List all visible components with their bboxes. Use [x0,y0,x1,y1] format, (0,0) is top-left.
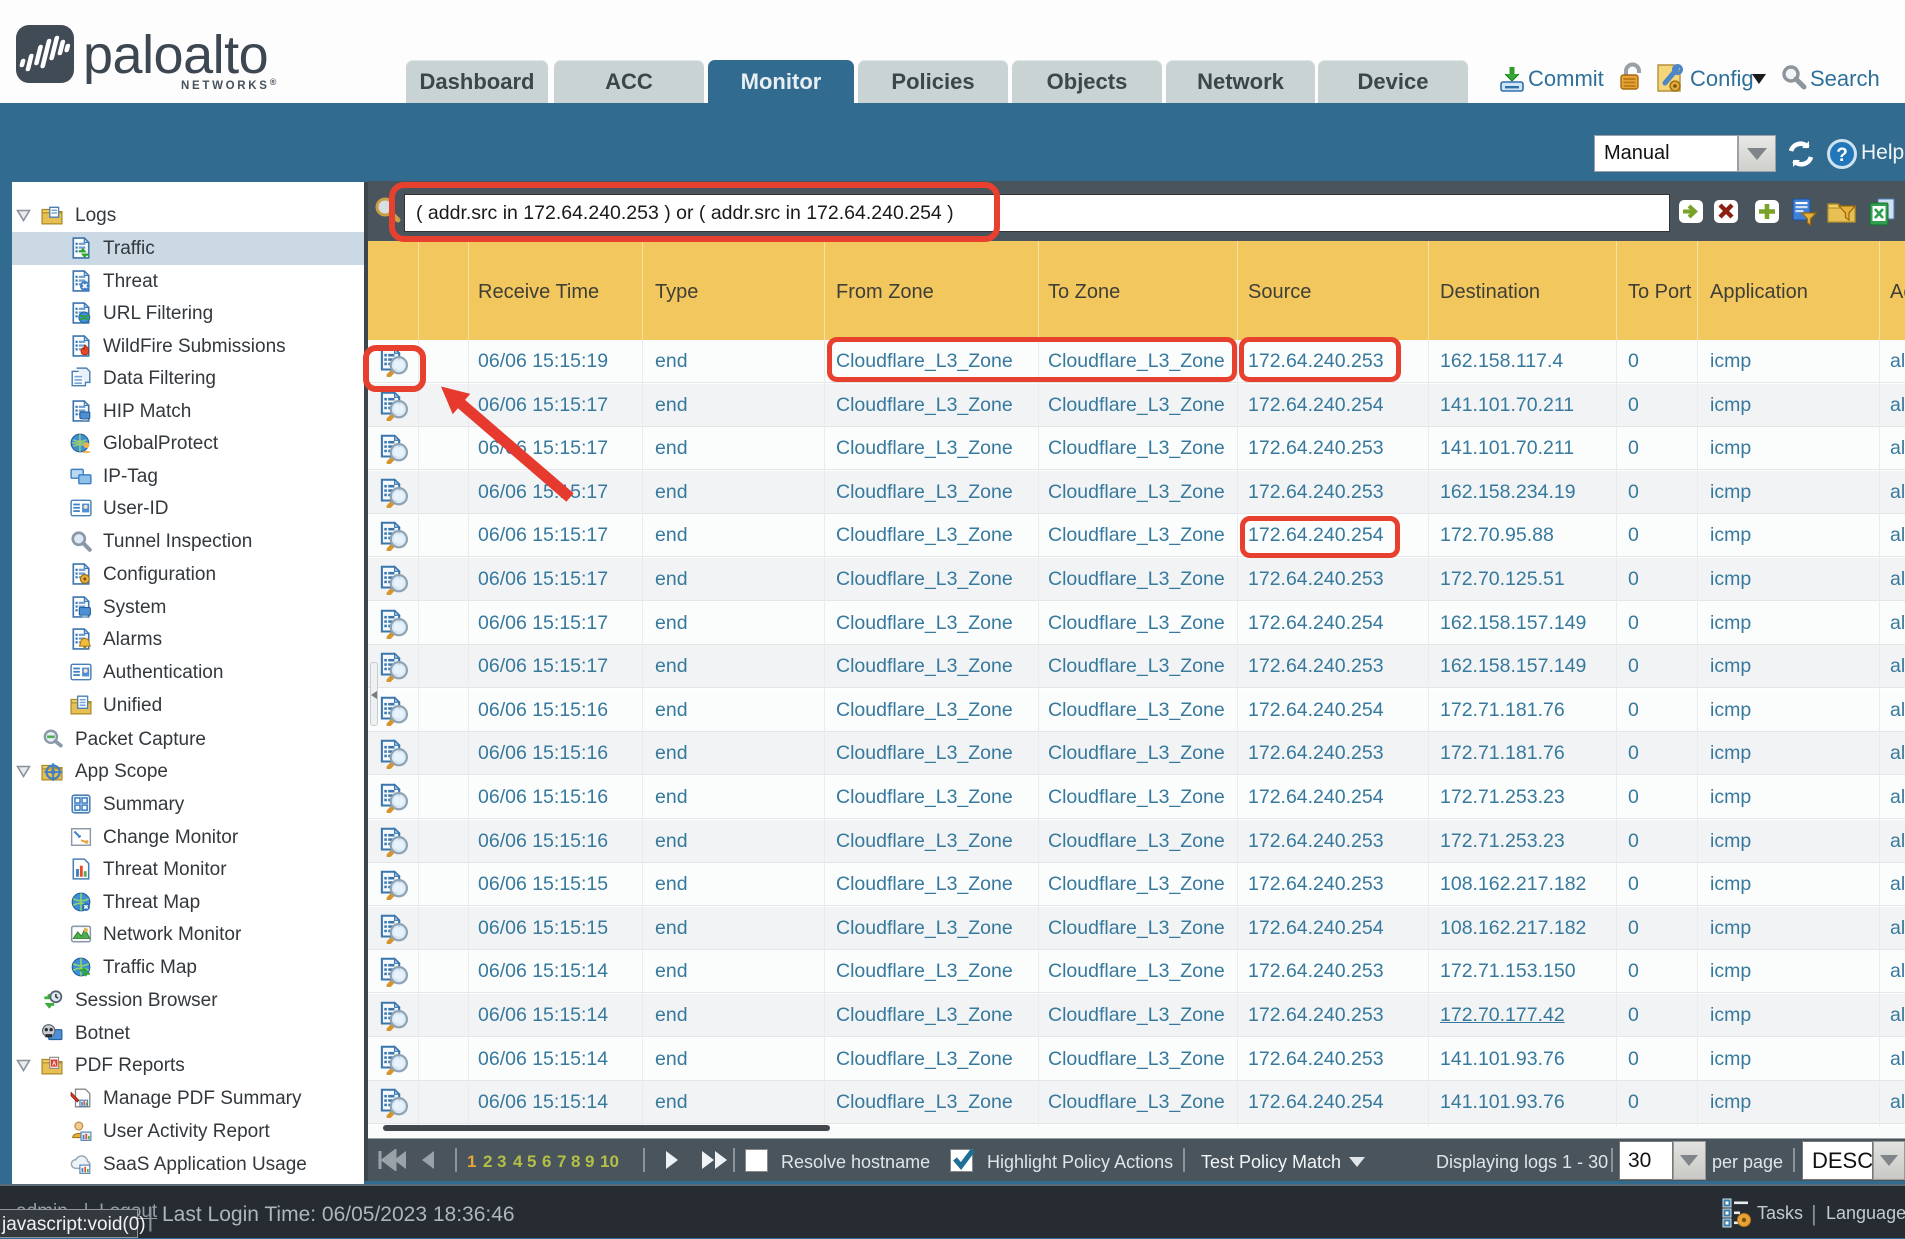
svg-text:A: A [52,1061,57,1067]
svg-text:?: ? [1836,145,1848,166]
